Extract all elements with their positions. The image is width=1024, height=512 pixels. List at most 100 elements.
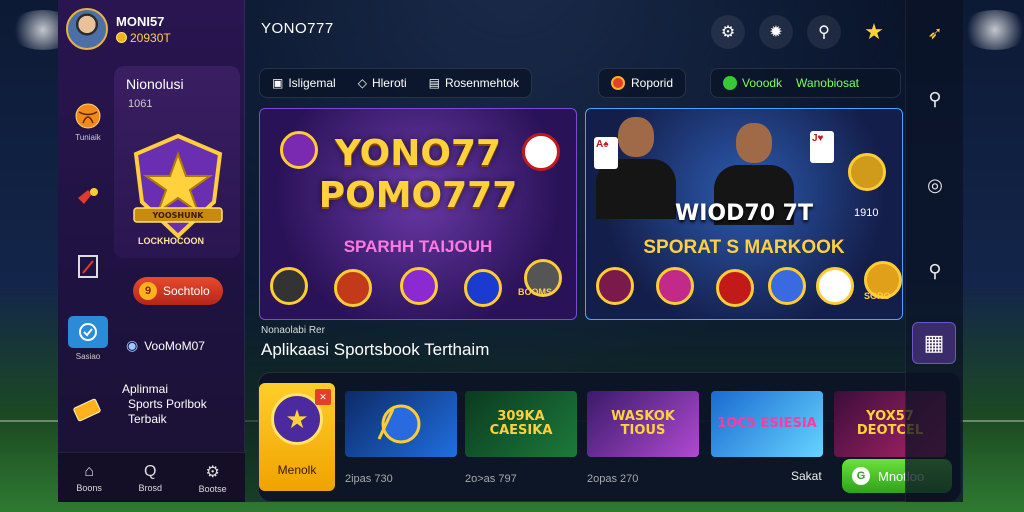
promo-desc-line: Aplinmai	[122, 382, 169, 396]
cherry-icon	[400, 267, 438, 305]
trophy-icon	[464, 269, 502, 307]
soccer-ball-icon	[522, 133, 560, 171]
game-caption: 2ipas 730	[345, 473, 393, 485]
stadium-light	[960, 10, 1024, 50]
playing-card-icon: J♥	[810, 131, 834, 163]
star-icon[interactable]: ★	[857, 15, 891, 49]
search-icon: Q	[144, 462, 157, 480]
category-tabs: ▣ Isligemal ◇ Hleroti ▤ Rosenmehtok	[259, 68, 533, 98]
home-icon: ⌂	[84, 462, 94, 480]
promo-desc-line: Sports Porlbok	[128, 397, 207, 411]
treasure-chest-icon[interactable]: ▦	[912, 322, 956, 364]
ticket-icon[interactable]	[72, 394, 104, 426]
globe-icon	[768, 267, 806, 305]
playing-card-icon: A♠	[594, 137, 618, 169]
ball-game-icon	[377, 404, 421, 444]
game-caption: 2opas 270	[587, 473, 639, 485]
clipboard-icon[interactable]	[72, 250, 104, 282]
shield-icon: ◇	[357, 76, 367, 90]
tab-hleroti[interactable]: ◇ Hleroti	[358, 76, 407, 90]
promo-desc-line: Terbaik	[128, 412, 167, 426]
banner-subtitle: SPORAT S MARKOOK	[643, 237, 845, 258]
tab-rosenmehtok[interactable]: ▤ Rosenmehtok	[429, 76, 519, 90]
game-card[interactable]	[345, 391, 457, 457]
sochtolo-button[interactable]: 9 Sochtolo	[133, 277, 223, 305]
caption-big: Aplikaasi Sportsbook Terthaim	[261, 340, 490, 359]
tab-wanobiosat[interactable]: Wanobiosat	[796, 76, 859, 90]
search-icon[interactable]: ⚲	[920, 84, 950, 114]
side-label-sasiao: Sasiao	[75, 352, 101, 361]
menu-subtitle: 1061	[128, 98, 153, 110]
menu-card[interactable]: Nionolusi 1061 YOOSHUNK LOCKHOCOON	[114, 66, 240, 258]
game-strip: ★ ✕ Menolk 2ipas 730 309KA CAESIKA 2o>as…	[258, 372, 961, 502]
app-title: YONO777	[261, 20, 334, 37]
settings-icon[interactable]: ⚙	[711, 15, 745, 49]
game-card[interactable]: 1OC5 ESIESIA	[711, 391, 823, 457]
chat-icon[interactable]	[68, 316, 108, 348]
promo-description: Aplinmai Sports Porlbok Terbaik	[122, 382, 232, 427]
nav-settings-label: Bootse	[198, 483, 227, 494]
nav-search-label: Brosd	[138, 482, 162, 493]
coin-icon	[116, 32, 127, 43]
featured-label: Menolk	[277, 463, 317, 477]
bow-arrow-icon[interactable]: ➶	[920, 18, 950, 48]
side-label-tuniaik: Tuniaik	[75, 133, 101, 142]
promo-tab[interactable]: Roporid	[598, 68, 687, 98]
game-card[interactable]: WASKOK TIOUS	[587, 391, 699, 457]
menu-title: Nionolusi	[126, 76, 184, 92]
chat-bubble-icon	[723, 76, 737, 90]
caption-small: Nonaolabi Rer	[261, 325, 325, 336]
rugby-ball-icon	[596, 267, 634, 305]
dice-icon	[334, 269, 372, 307]
avatar[interactable]	[66, 8, 108, 50]
search-icon[interactable]: ⚲	[920, 256, 950, 286]
nav-home-label: Boons	[76, 482, 102, 493]
tab-vooodk[interactable]: Vooodk	[723, 76, 782, 90]
tab-label: Rosenmehtok	[444, 76, 520, 90]
promo-name: VooMoM07	[144, 338, 205, 353]
game-icon	[656, 267, 694, 305]
refresh-icon: G	[852, 467, 870, 485]
star-badge-icon: YOOSHUNK	[133, 133, 223, 239]
chip-label: SORO	[864, 291, 891, 301]
badge-caption: LOCKHOCOON	[138, 236, 204, 246]
banner-yono[interactable]: YONO77 POMO777 SPARHH TAIJOUH BOOMS	[259, 108, 577, 320]
promo-tab-label: Roporid	[631, 76, 674, 90]
nav-home[interactable]: ⌂ Boons	[76, 463, 102, 493]
controller-icon	[270, 267, 308, 305]
promo-line[interactable]: ◉ VooMoM07	[126, 337, 205, 354]
bottom-nav: ⌂ Boons Q Brosd ⚙ Bootse	[58, 452, 245, 502]
nav-search[interactable]: Q Brosd	[138, 463, 162, 493]
basketball-icon[interactable]	[72, 100, 104, 132]
banner-subtitle: SPARHH TAIJOUH	[343, 237, 493, 256]
check-circle-icon[interactable]: ◎	[920, 170, 950, 200]
search-icon[interactable]: ⚲	[807, 15, 841, 49]
coin-balance: 20930T	[116, 31, 171, 45]
document-icon: ▤	[428, 76, 440, 90]
profile-name: MONI57	[116, 13, 165, 29]
green-tabs: Vooodk Wanobiosat	[710, 68, 901, 98]
banner-score: 1910	[854, 207, 879, 219]
hot-flag-icon: ✕	[315, 389, 331, 405]
banner-sports[interactable]: A♠ J♥ WIOD70 7T 1910 SPORAT S MARKOOK SO…	[585, 108, 903, 320]
nav-settings[interactable]: ⚙ Bootse	[199, 462, 227, 494]
game-card[interactable]: 309KA CAESIKA	[465, 391, 577, 457]
tab-label: Hleroti	[371, 76, 407, 90]
notification-icon[interactable]: ✹	[759, 15, 793, 49]
globe-icon: ◉	[126, 337, 139, 353]
badge-banner-text: YOOSHUNK	[152, 211, 205, 220]
game-caption: 2o>as 797	[465, 473, 517, 485]
chip-label: BOOMS	[518, 287, 553, 297]
coin-amount: 20930T	[130, 30, 171, 45]
soccer-ball-icon	[816, 267, 854, 305]
grid-icon: ▣	[272, 76, 284, 90]
sakat-label: Sakat	[791, 469, 822, 483]
tab-isligemal[interactable]: ▣ Isligemal	[272, 76, 336, 90]
whistle-icon[interactable]	[72, 180, 104, 212]
football-icon	[716, 269, 754, 307]
featured-game[interactable]: ★ ✕ Menolk	[259, 383, 335, 491]
tab-label: Wanobiosat	[796, 76, 859, 90]
gold-ball-icon	[848, 153, 886, 191]
profile[interactable]: MONI57 20930T	[66, 8, 171, 50]
gear-icon: ⚙	[205, 463, 220, 481]
